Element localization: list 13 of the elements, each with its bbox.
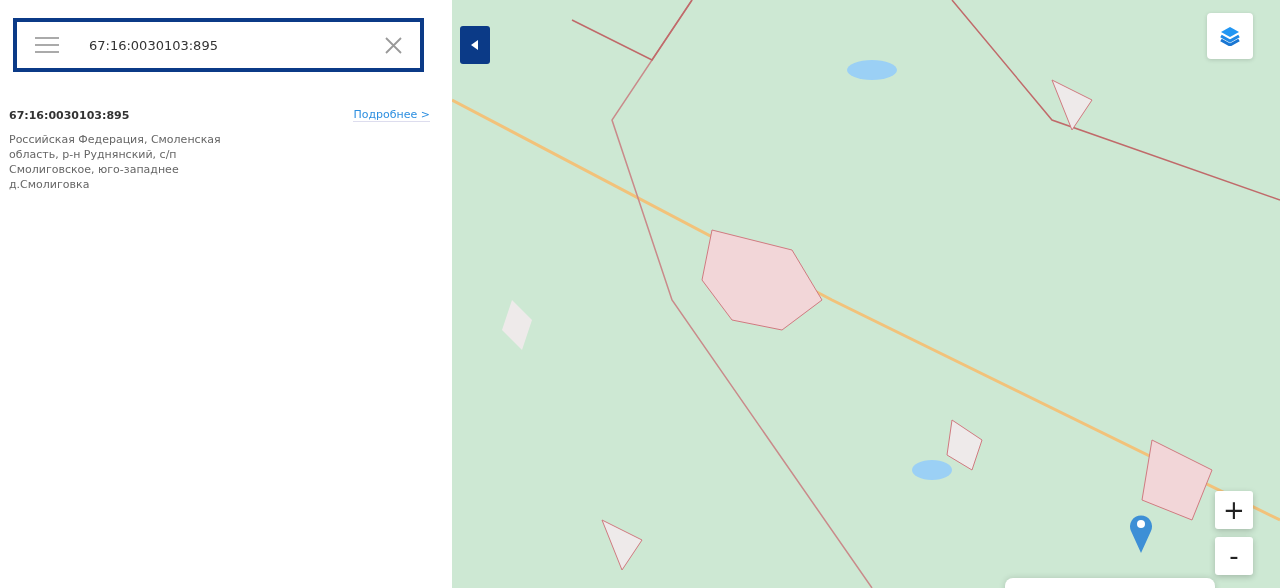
caret-left-icon (471, 40, 479, 50)
search-input[interactable]: 67:16:0030103:895 (87, 36, 357, 54)
close-icon[interactable] (385, 36, 402, 54)
details-link[interactable]: Подробнее > (353, 108, 430, 122)
cadastral-number: 67:16:0030103:895 (9, 108, 130, 122)
layers-button[interactable] (1207, 13, 1253, 59)
layers-icon (1220, 26, 1240, 46)
collapse-panel-button[interactable] (460, 26, 490, 64)
zoom-out-button[interactable]: - (1215, 537, 1253, 575)
menu-icon[interactable] (35, 36, 59, 54)
zoom-in-button[interactable]: + (1215, 491, 1253, 529)
location-pin-icon (1129, 513, 1153, 553)
address-text: Российская Федерация, Смоленская область, р-н Руднянский, с/п Смолиговское, юго-западнее д.Смолиговка (9, 132, 222, 192)
